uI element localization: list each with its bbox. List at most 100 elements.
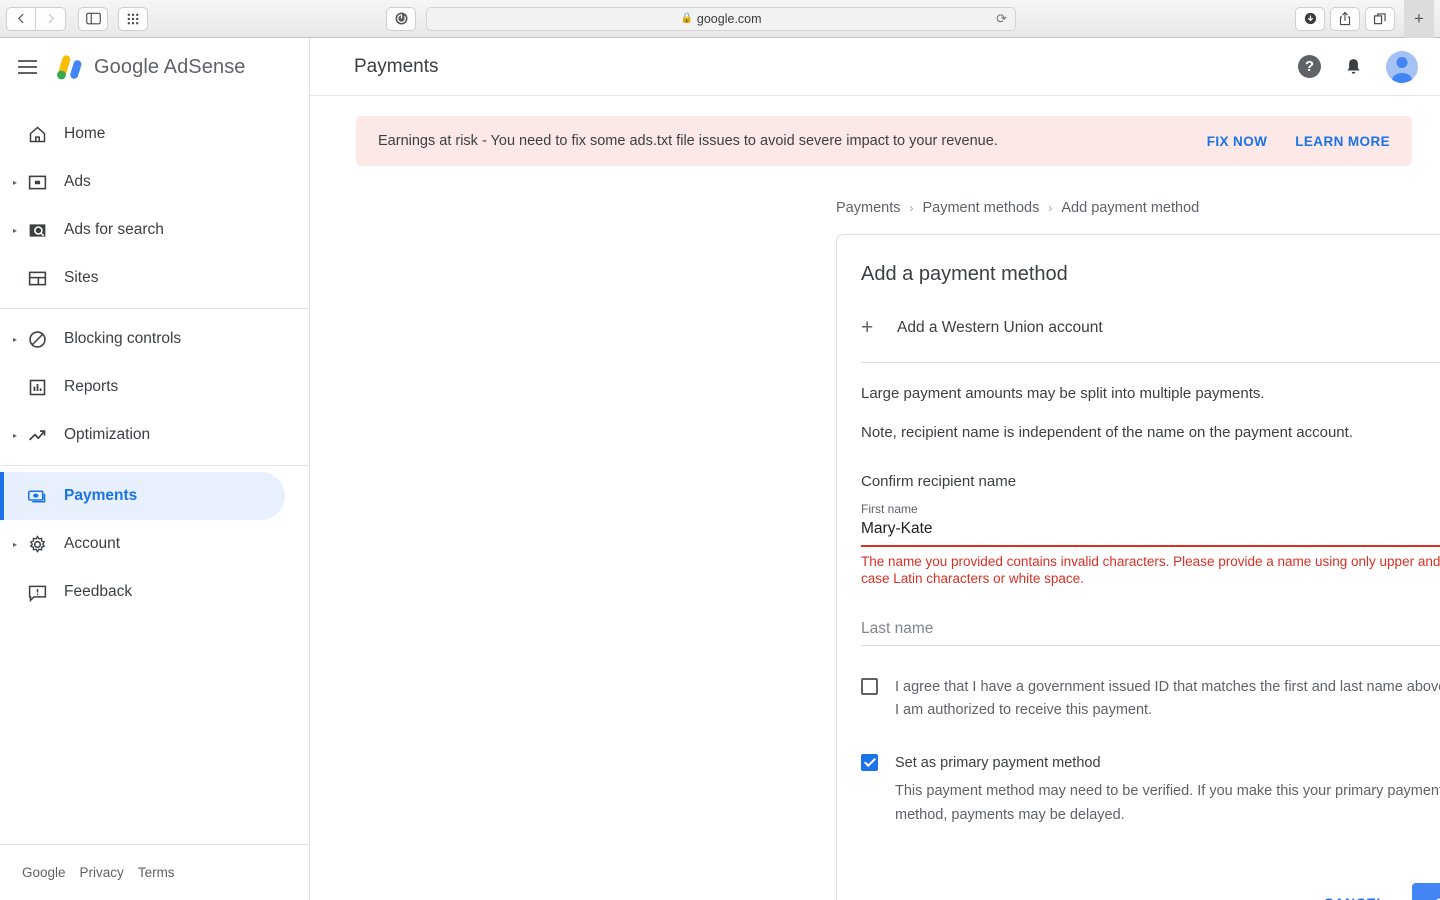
plus-icon: +	[861, 316, 874, 339]
sidebar-item-optimization[interactable]: ▸ Optimization	[0, 411, 309, 459]
help-icon[interactable]: ?	[1298, 55, 1321, 78]
browser-nav-group	[6, 6, 153, 31]
primary-method-checkbox-row: Set as primary payment method This payme…	[861, 752, 1440, 827]
first-name-input[interactable]	[861, 520, 1440, 547]
expand-caret[interactable]: ▸	[8, 431, 22, 440]
feedback-icon	[22, 582, 52, 603]
breadcrumb-item-payment-methods[interactable]: Payment methods	[922, 200, 1039, 216]
alert-message: Earnings at risk - You need to fix some …	[378, 133, 998, 149]
consent-checkbox[interactable]	[861, 677, 878, 695]
breadcrumb: Payments › Payment methods › Add payment…	[836, 200, 1440, 216]
consent-text-line-1: I agree that I have a government issued …	[895, 678, 1440, 695]
sidebar-item-reports[interactable]: Reports	[0, 363, 309, 411]
download-icon	[1304, 12, 1316, 25]
last-name-input[interactable]	[861, 619, 1440, 646]
payment-method-option-row[interactable]: + Add a Western Union account	[861, 310, 1440, 363]
card-actions: CANCEL SAVE	[861, 883, 1440, 900]
nav-section-primary: Home ▸ Ads ▸ Ads for search Sites	[0, 104, 309, 308]
nav-section-tools: ▸ Blocking controls Reports ▸ Optimizati…	[0, 308, 309, 465]
content-body: Payments › Payment methods › Add payment…	[310, 166, 1440, 900]
learn-more-link[interactable]: LEARN MORE	[1295, 134, 1390, 149]
sidebar-item-label: Blocking controls	[64, 330, 182, 347]
brand-text: Google AdSense	[94, 55, 246, 78]
sidebar-item-home[interactable]: Home	[0, 110, 309, 158]
sidebar-footer: Google Privacy Terms	[0, 844, 309, 900]
expand-caret[interactable]: ▸	[8, 226, 22, 235]
sidebar-item-label: Ads	[64, 173, 91, 190]
payments-icon	[22, 486, 52, 507]
fix-now-link[interactable]: FIX NOW	[1207, 134, 1268, 149]
footer-privacy-link[interactable]: Privacy	[80, 865, 124, 880]
back-button[interactable]	[6, 6, 36, 31]
sidebar-item-payments[interactable]: Payments	[0, 472, 285, 520]
share-icon	[1339, 11, 1351, 26]
reports-icon	[22, 377, 52, 398]
sidebar-item-ads[interactable]: ▸ Ads	[0, 158, 309, 206]
tab-overview-button[interactable]	[118, 6, 148, 31]
sidebar-item-feedback[interactable]: Feedback	[0, 568, 309, 616]
tabs-icon	[1373, 12, 1386, 24]
info-paragraph-2: Note, recipient name is independent of t…	[861, 424, 1353, 441]
first-name-field-group: First name The name you provided contain…	[861, 502, 1440, 588]
sidebar-nav: Home ▸ Ads ▸ Ads for search Sites ▸ Bloc…	[0, 96, 309, 844]
expand-caret[interactable]: ▸	[8, 335, 22, 344]
first-name-caption: First name	[861, 502, 918, 516]
sites-icon	[22, 268, 52, 289]
nav-section-account: Payments ▸ Account Feedback	[0, 465, 309, 622]
address-input[interactable]: 🔒 google.com ⟳	[426, 6, 1016, 31]
tabs-button[interactable]	[1365, 6, 1395, 31]
footer-terms-link[interactable]: Terms	[138, 865, 175, 880]
primary-method-body: Set as primary payment method This payme…	[895, 752, 1440, 827]
sidebar-item-label: Sites	[64, 269, 99, 286]
chevron-right-icon	[48, 13, 54, 24]
sidebar-item-ads-for-search[interactable]: ▸ Ads for search	[0, 206, 309, 254]
alert-banner: Earnings at risk - You need to fix some …	[356, 116, 1412, 166]
sidebar-item-blocking-controls[interactable]: ▸ Blocking controls	[0, 315, 309, 363]
card-title: Add a payment method	[861, 263, 1068, 285]
bell-icon[interactable]	[1343, 56, 1364, 78]
save-button[interactable]: SAVE	[1411, 883, 1440, 900]
expand-caret[interactable]: ▸	[8, 178, 22, 187]
avatar[interactable]	[1386, 50, 1418, 83]
cancel-button[interactable]: CANCEL	[1308, 884, 1402, 900]
primary-method-label: Set as primary payment method	[895, 754, 1101, 771]
address-url-text: google.com	[696, 11, 762, 26]
breadcrumb-separator: ›	[909, 201, 914, 215]
consent-checkbox-row: I agree that I have a government issued …	[861, 676, 1440, 722]
grid-icon	[127, 13, 139, 24]
profile-button[interactable]	[386, 6, 416, 31]
primary-method-description: This payment method may need to be verif…	[895, 783, 1440, 823]
profile-icon	[395, 12, 407, 25]
app-container: Google AdSense Home ▸ Ads ▸ Ads for sear…	[0, 38, 1440, 900]
sidebar-item-sites[interactable]: Sites	[0, 254, 309, 302]
sidebar-item-account[interactable]: ▸ Account	[0, 520, 309, 568]
primary-method-checkbox[interactable]	[861, 753, 878, 771]
chevron-left-icon	[17, 13, 24, 24]
breadcrumb-item-payments[interactable]: Payments	[836, 200, 900, 216]
breadcrumb-item-add-payment-method: Add payment method	[1061, 200, 1200, 216]
info-paragraph-1: Large payment amounts may be split into …	[861, 385, 1265, 402]
reload-icon[interactable]: ⟳	[996, 11, 1007, 27]
confirm-recipient-name-label: Confirm recipient name	[861, 473, 1017, 490]
downloads-button[interactable]	[1295, 6, 1325, 31]
add-payment-method-card: Add a payment method + Add a Western Uni…	[836, 234, 1440, 900]
alert-actions: FIX NOW LEARN MORE	[1207, 134, 1390, 149]
last-name-field-group	[861, 619, 1440, 646]
home-icon	[22, 124, 52, 145]
ads-icon	[22, 172, 52, 193]
hamburger-menu-icon[interactable]	[18, 60, 37, 74]
topbar-actions: ?	[1298, 50, 1418, 83]
address-bar-group: 🔒 google.com ⟳	[386, 6, 1016, 31]
browser-right-tools: +	[1295, 0, 1434, 38]
brand-lockup[interactable]: Google AdSense	[51, 53, 246, 81]
expand-caret[interactable]: ▸	[8, 540, 22, 549]
browser-toolbar: 🔒 google.com ⟳ +	[0, 0, 1440, 38]
forward-button[interactable]	[36, 6, 66, 31]
account-gear-icon	[22, 534, 52, 555]
share-button[interactable]	[1330, 6, 1360, 31]
consent-text-line-2: I am authorized to receive this payment.	[895, 701, 1153, 718]
new-tab-button[interactable]: +	[1404, 0, 1434, 38]
main-area: Payments ? Earnings at risk - You need t…	[310, 38, 1440, 900]
sidebar: Google AdSense Home ▸ Ads ▸ Ads for sear…	[0, 38, 310, 900]
sidebar-toggle-button[interactable]	[78, 6, 108, 31]
